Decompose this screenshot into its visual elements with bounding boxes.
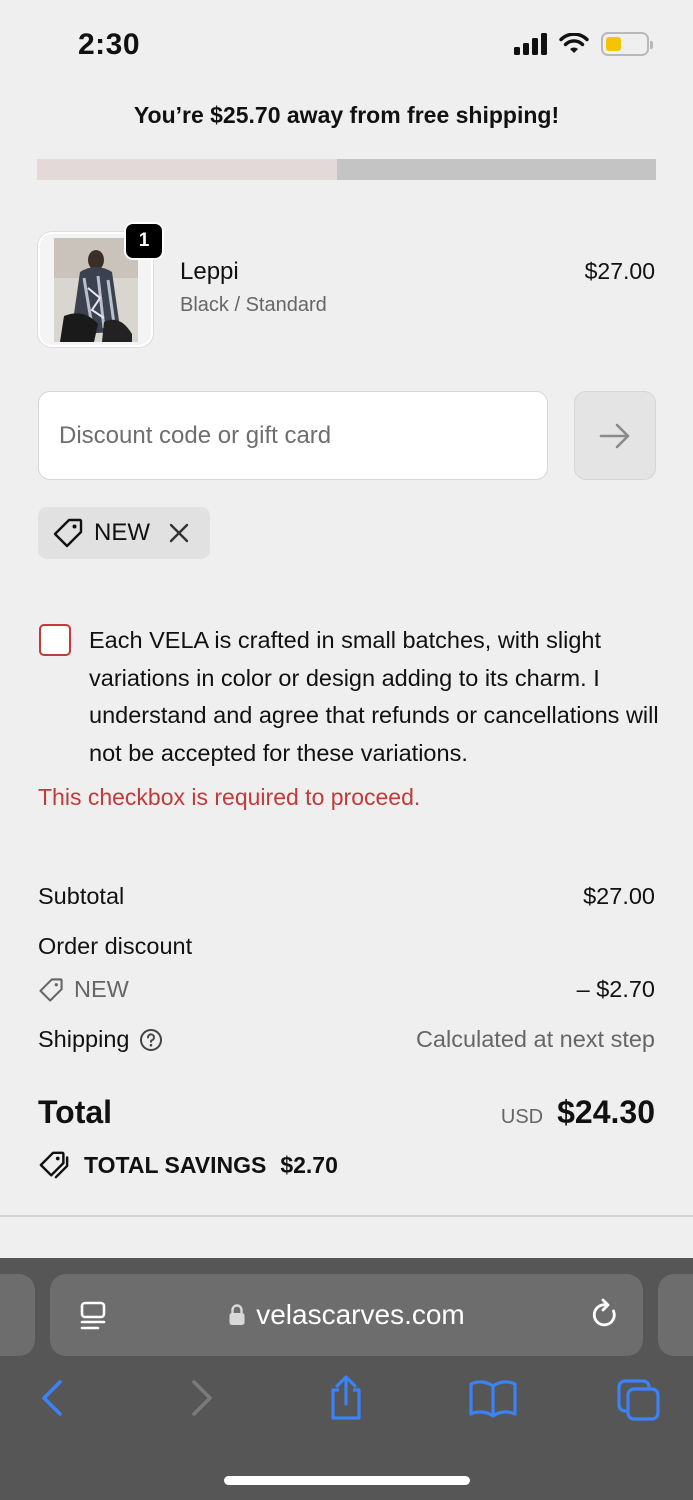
free-shipping-progress-fill: [37, 159, 338, 180]
apply-discount-button[interactable]: [574, 391, 656, 480]
total-savings: TOTAL SAVINGS $2.70: [38, 1150, 338, 1180]
back-icon[interactable]: [38, 1378, 68, 1418]
home-indicator: [224, 1476, 470, 1485]
status-time: 2:30: [78, 28, 141, 61]
total-label: Total: [38, 1094, 113, 1130]
quantity-badge: 1: [124, 222, 164, 260]
summary-discount-code: NEW: [74, 976, 129, 1002]
order-discount-row: Order discount: [38, 933, 655, 960]
address-bar[interactable]: velascarves.com: [50, 1274, 643, 1356]
reload-icon[interactable]: [589, 1298, 621, 1332]
signal-icon: [514, 33, 547, 55]
subtotal-value: $27.00: [583, 883, 655, 909]
discount-value: – $2.70: [576, 976, 655, 1002]
help-circle-icon[interactable]: [139, 1028, 163, 1052]
product-price: $27.00: [584, 258, 655, 284]
status-bar: 2:30: [0, 0, 693, 90]
savings-label: TOTAL SAVINGS: [84, 1151, 267, 1178]
tags-icon: [39, 1151, 69, 1179]
battery-icon: [601, 32, 653, 56]
free-shipping-message: You’re $25.70 away from free shipping!: [133, 102, 560, 128]
shipping-row: Shipping Calculated at next step: [38, 1026, 655, 1053]
discount-code-input[interactable]: [38, 391, 548, 480]
subtotal-label: Subtotal: [38, 883, 125, 909]
savings-value: $2.70: [280, 1151, 338, 1178]
tag-icon: [53, 518, 83, 548]
consent-text: Each VELA is crafted in small batches, w…: [89, 627, 659, 766]
status-icons: [514, 32, 653, 56]
subtotal-row: Subtotal $27.00: [38, 883, 655, 910]
bookmarks-icon[interactable]: [468, 1378, 518, 1418]
next-tab-peek[interactable]: [658, 1274, 693, 1356]
consent-checkbox[interactable]: [39, 624, 71, 656]
close-icon[interactable]: [168, 522, 190, 544]
free-shipping-progress: [37, 159, 656, 180]
shipping-value: Calculated at next step: [415, 1026, 655, 1052]
shipping-label: Shipping: [38, 1026, 130, 1052]
consent-error-message: This checkbox is required to proceed.: [38, 784, 421, 810]
product-variant: Black / Standard: [180, 294, 327, 316]
wifi-icon: [559, 33, 589, 53]
share-icon[interactable]: [326, 1374, 366, 1422]
discount-code-row: NEW – $2.70: [38, 976, 655, 1003]
forward-icon[interactable]: [186, 1378, 216, 1418]
applied-discount-code: NEW: [94, 519, 150, 546]
divider: [0, 1215, 693, 1217]
previous-tab-peek[interactable]: [0, 1274, 35, 1356]
total-currency: USD: [500, 1106, 544, 1128]
lock-icon: [229, 1304, 245, 1325]
url-text: velascarves.com: [256, 1299, 465, 1330]
arrow-right-icon: [599, 423, 630, 448]
tabs-icon[interactable]: [616, 1378, 662, 1422]
total-value: $24.30: [557, 1094, 655, 1130]
applied-discount-chip: NEW: [38, 507, 210, 559]
total-row: Total USD $24.30: [38, 1094, 655, 1131]
order-discount-label: Order discount: [38, 933, 193, 959]
browser-chrome: velascarves.com: [0, 1258, 693, 1500]
product-name: Leppi: [180, 258, 239, 285]
tag-icon: [39, 977, 63, 1002]
